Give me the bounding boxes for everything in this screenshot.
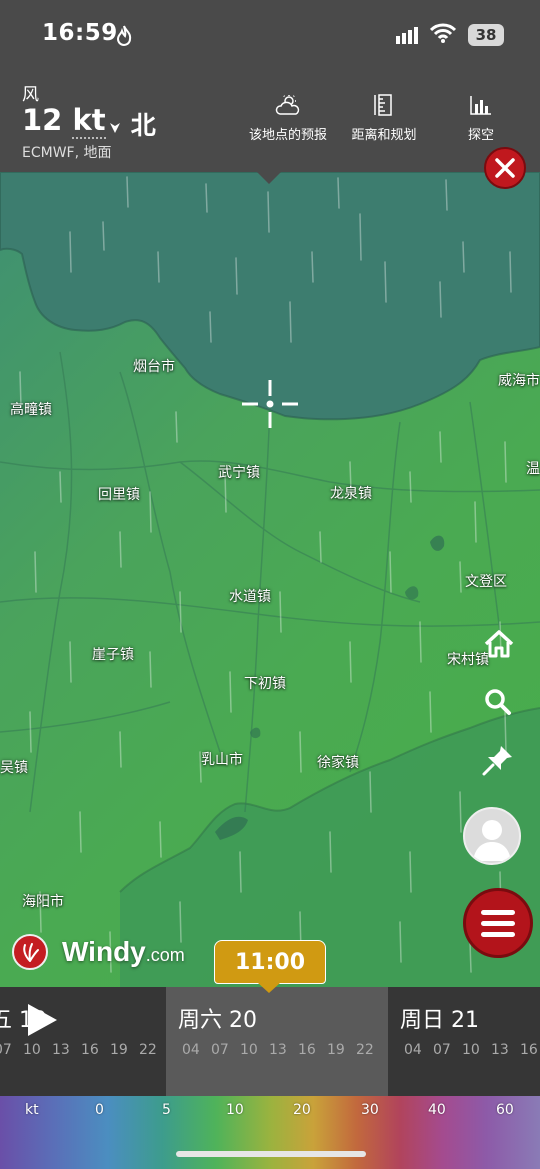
place-label: 高疃镇	[10, 402, 52, 418]
legend-value: 30	[361, 1102, 379, 1118]
color-legend[interactable]	[0, 1096, 540, 1169]
timeline-day-selected[interactable]: 周六 20 04 07 10 13 16 19 22	[166, 987, 388, 1096]
sounding-button[interactable]: 探空	[458, 92, 504, 143]
home-icon	[484, 630, 514, 658]
home-indicator	[176, 1151, 366, 1157]
direction-arrow-icon	[110, 123, 120, 133]
model-label[interactable]: ECMWF, 地面	[22, 142, 112, 162]
search-button[interactable]	[478, 682, 518, 722]
timeline-day[interactable]: 周日 21 04 07 10 13 16	[388, 987, 540, 1096]
header-pointer	[256, 171, 282, 184]
legend-value: 5	[162, 1102, 171, 1118]
menu-button[interactable]	[463, 888, 533, 958]
ruler-icon	[348, 92, 420, 118]
place-label: 乳山市	[201, 752, 243, 768]
search-icon	[485, 689, 511, 715]
day-hours: 071013161922	[0, 1042, 157, 1058]
weather-map[interactable]: 烟台市 高疃镇 威海市 温 武宁镇 回里镇 龙泉镇 文登区 水道镇 崖子镇 宋村…	[0, 172, 540, 987]
legend-value: 40	[428, 1102, 446, 1118]
place-label: 回里镇	[98, 487, 140, 503]
windy-logo-mark	[12, 934, 48, 970]
wifi-icon	[429, 22, 457, 48]
home-button[interactable]	[479, 624, 519, 664]
status-time: 16:59	[42, 20, 118, 46]
signal-icon	[396, 26, 420, 48]
place-label: 烟台市	[133, 359, 175, 375]
current-time-bubble[interactable]: 11:00	[214, 940, 326, 984]
map-basemap	[0, 172, 540, 987]
legend-value: 10	[226, 1102, 244, 1118]
play-button[interactable]	[24, 1002, 60, 1042]
windy-wordmark: Windy.com	[62, 936, 185, 967]
place-label: 吴镇	[0, 760, 28, 776]
close-button[interactable]	[484, 147, 526, 189]
day-title: 周六 20	[178, 1008, 257, 1033]
distance-planning-button[interactable]: 距离和规划	[348, 92, 420, 143]
forecast-for-location-label: 该地点的预报	[248, 128, 327, 143]
place-label: 海阳市	[22, 894, 64, 910]
place-label: 水道镇	[229, 589, 271, 605]
wind-speed-number: 12	[22, 103, 63, 137]
hamburger-line	[481, 931, 515, 937]
day-hours: 04 07 10 13 16	[404, 1042, 538, 1058]
avatar-button[interactable]	[463, 807, 521, 865]
legend-value: 60	[496, 1102, 514, 1118]
distance-planning-label: 距离和规划	[351, 128, 417, 143]
wind-speed-value[interactable]: 12 kt	[22, 103, 106, 139]
flame-icon	[114, 24, 134, 46]
wind-speed-unit[interactable]: kt	[72, 103, 106, 139]
wind-direction: 北	[108, 106, 156, 142]
day-hours: 04 07 10 13 16 19 22	[182, 1042, 374, 1058]
place-label: 文登区	[465, 574, 507, 590]
day-title: 周日 21	[400, 1008, 479, 1033]
sounding-label: 探空	[467, 128, 494, 143]
place-label: 龙泉镇	[330, 486, 372, 502]
windy-logo: Windy.com	[12, 934, 185, 970]
place-label: 温	[526, 461, 540, 477]
legend-unit: kt	[25, 1102, 39, 1118]
weather-cloud-icon	[246, 92, 330, 118]
place-label: 崖子镇	[92, 647, 134, 663]
place-label: 威海市	[498, 373, 540, 389]
layer-label[interactable]: 风	[22, 80, 39, 105]
hamburger-line	[481, 920, 515, 926]
hamburger-line	[481, 909, 515, 915]
timeline[interactable]: 五 19 071013161922 周六 20 04071013161922 周…	[0, 987, 540, 1096]
play-icon	[28, 1004, 57, 1036]
close-icon	[495, 158, 515, 178]
user-avatar-icon	[473, 820, 511, 861]
legend-value: 20	[293, 1102, 311, 1118]
wind-direction-label: 北	[130, 111, 156, 140]
place-label: 徐家镇	[317, 755, 359, 771]
bar-chart-icon	[458, 92, 504, 118]
forecast-for-location-button[interactable]: 该地点的预报	[246, 92, 330, 143]
time-bubble-pointer	[258, 983, 280, 993]
place-label: 下初镇	[244, 676, 286, 692]
place-label: 武宁镇	[218, 465, 260, 481]
pin-icon	[482, 746, 512, 776]
pin-button[interactable]	[478, 740, 518, 780]
legend-value: 0	[95, 1102, 104, 1118]
battery-icon: 38	[468, 24, 504, 46]
